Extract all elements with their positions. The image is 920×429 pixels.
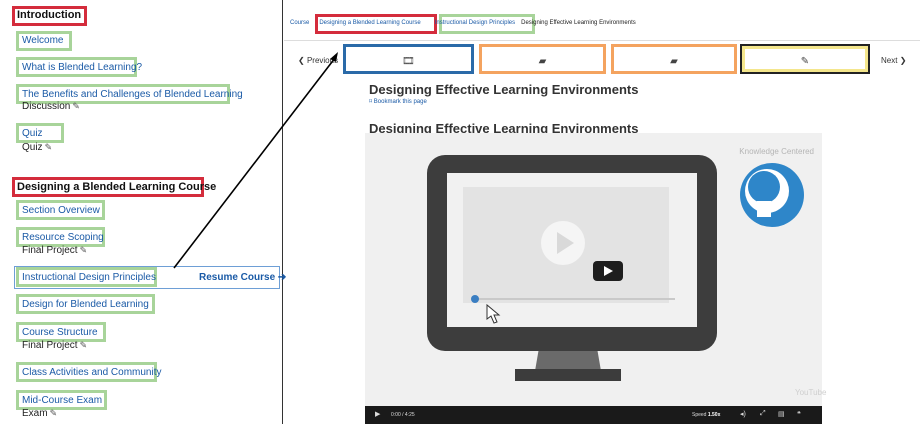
edit-icon: ✎	[44, 142, 53, 152]
unit-tab-reading-2[interactable]: ▰	[614, 48, 734, 74]
resume-course-button[interactable]: Resume Course ➔	[199, 272, 286, 283]
next-button[interactable]: Next ❯	[881, 56, 906, 65]
section-title-designing-course: Designing a Blended Learning Course	[17, 181, 217, 193]
page-title: Designing Effective Learning Environment…	[369, 82, 639, 97]
outline-item-welcome[interactable]: Welcome	[22, 35, 64, 46]
bookmark-icon: ⌑	[369, 99, 373, 105]
fullscreen-icon[interactable]: ⤢	[760, 410, 766, 418]
outline-item-what-is-blended-learning[interactable]: What is Blended Learning?	[22, 62, 142, 73]
edit-icon: ✎	[79, 245, 88, 255]
previous-button[interactable]: ❮ Previous	[298, 56, 338, 65]
film-icon: 🎞	[402, 55, 415, 67]
breadcrumb-subsection[interactable]: Instructional Design Principles	[435, 20, 515, 26]
next-label: Next	[881, 56, 898, 65]
outline-sub-final-project[interactable]: Final Project ✎	[22, 245, 87, 256]
breadcrumb-current: Designing Effective Learning Environment…	[521, 20, 636, 26]
speed-label: Speed	[692, 412, 707, 418]
divider	[284, 40, 920, 41]
video-thumbnail	[427, 155, 804, 381]
outline-item-mid-course-exam[interactable]: Mid-Course Exam	[22, 395, 102, 406]
outline-item-resource-scoping[interactable]: Resource Scoping	[22, 232, 104, 243]
sub-label: Discussion	[22, 101, 71, 112]
breadcrumb-section[interactable]: Designing a Blended Learning Course	[319, 20, 420, 26]
breadcrumb: Course Designing a Blended Learning Cours…	[290, 20, 642, 26]
unit-content: Course Designing a Blended Learning Cours…	[284, 0, 920, 424]
chevron-left-icon: ❮	[298, 56, 305, 65]
edit-icon: ✎	[79, 340, 88, 350]
unit-tab-assignment[interactable]: ✎	[743, 48, 867, 74]
breadcrumb-course[interactable]: Course	[290, 20, 309, 26]
bookmark-label: Bookmark this page	[373, 99, 427, 105]
sub-label: Final Project	[22, 245, 78, 256]
outline-sub-exam[interactable]: Exam ✎	[22, 408, 57, 419]
outline-item-section-overview[interactable]: Section Overview	[22, 205, 100, 216]
outline-item-quiz[interactable]: Quiz	[22, 128, 43, 139]
outline-item-class-activities[interactable]: Class Activities and Community	[22, 367, 162, 378]
outline-sub-final-project-2[interactable]: Final Project ✎	[22, 340, 87, 351]
course-outline: Introduction Welcome What is Blended Lea…	[0, 0, 286, 424]
volume-icon[interactable]: ◂)	[740, 410, 746, 418]
bookmark-link[interactable]: ⌑ Bookmark this page	[369, 98, 427, 105]
book-icon: ▰	[538, 55, 547, 67]
captions-icon[interactable]: ▤	[778, 410, 785, 418]
book-icon: ▰	[670, 55, 678, 67]
knowledge-centered-watermark: Knowledge Centered	[739, 147, 814, 156]
outline-item-course-structure[interactable]: Course Structure	[22, 327, 98, 338]
video-player[interactable]: Knowledge Centered YouTube ▶ 0:00 / 4:25…	[365, 133, 826, 424]
transcript-icon[interactable]: ❝	[797, 410, 801, 418]
play-icon[interactable]: ▶	[375, 410, 380, 418]
previous-label: Previous	[306, 56, 339, 65]
sub-label: Final Project	[22, 340, 78, 351]
resume-label: Resume Course	[199, 272, 276, 283]
video-controls: ▶ 0:00 / 4:25 Speed 1.50x ◂) ⤢ ▤ ❝	[365, 406, 822, 424]
outline-item-benefits-challenges[interactable]: The Benefits and Challenges of Blended L…	[22, 89, 243, 100]
outline-sub-quiz[interactable]: Quiz ✎	[22, 142, 52, 153]
unit-tab-reading-1[interactable]: ▰	[482, 48, 603, 74]
chevron-right-icon: ❯	[899, 56, 907, 65]
speed-value: 1.50x	[707, 412, 721, 418]
edit-icon: ✎	[49, 408, 58, 418]
sub-label: Quiz	[22, 142, 43, 153]
speed-control[interactable]: Speed 1.50x	[692, 412, 720, 418]
outline-item-design-for-blended[interactable]: Design for Blended Learning	[22, 299, 149, 310]
unit-tab-video[interactable]: 🎞	[346, 48, 471, 74]
outline-sub-discussion[interactable]: Discussion ✎	[22, 101, 80, 112]
edit-icon: ✎	[72, 101, 80, 111]
unit-navigation: ❮ Previous 🎞 ▰ ▰ ✎ Next ❯	[284, 44, 920, 74]
edit-icon: ✎	[800, 55, 810, 67]
section-title-introduction: Introduction	[17, 9, 82, 21]
video-time: 0:00 / 4:25	[391, 412, 415, 418]
outline-item-instructional-design-principles[interactable]: Instructional Design Principles	[22, 272, 156, 283]
youtube-watermark[interactable]: YouTube	[795, 388, 826, 397]
sub-label: Exam	[22, 408, 48, 419]
